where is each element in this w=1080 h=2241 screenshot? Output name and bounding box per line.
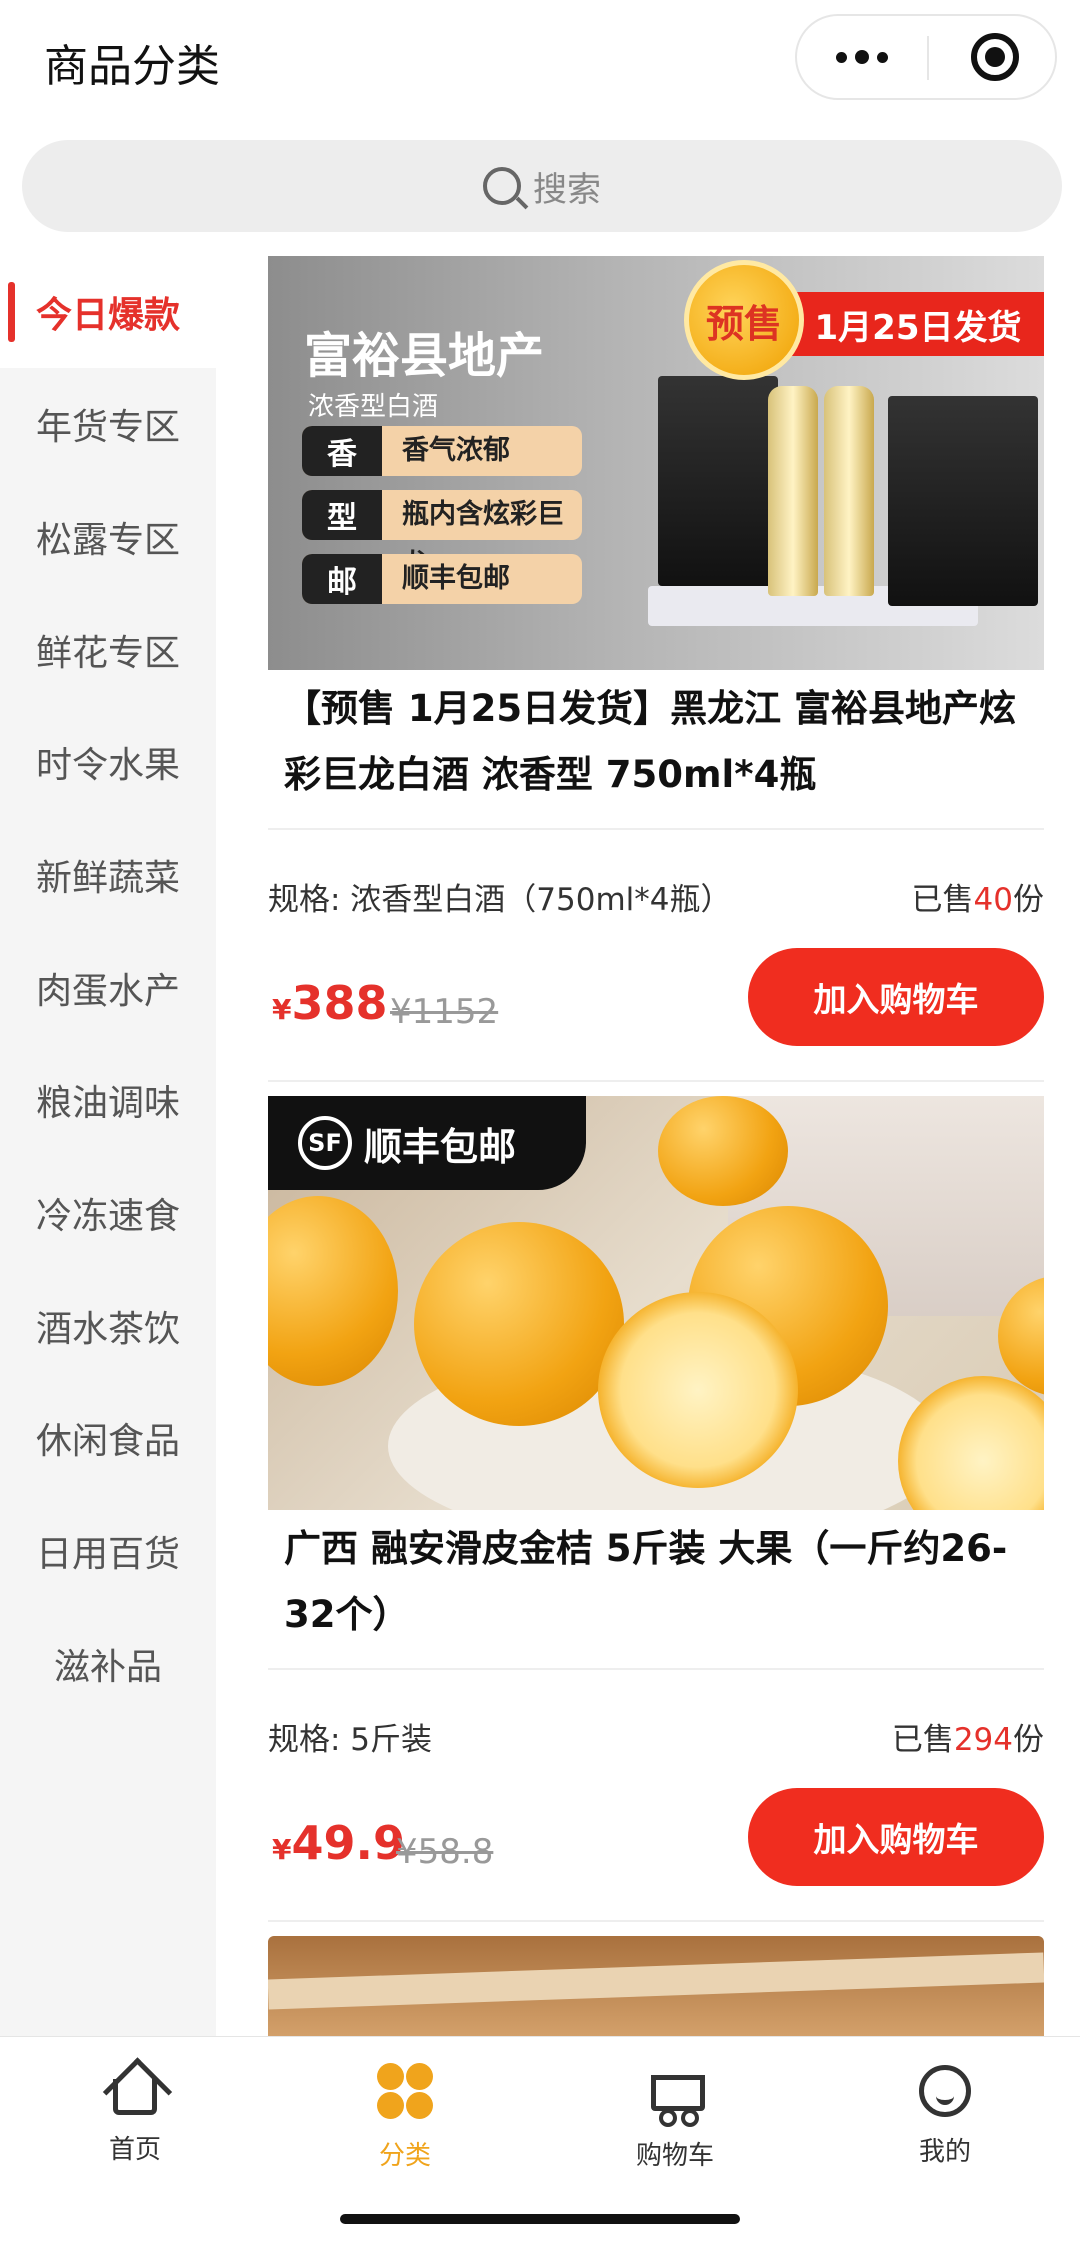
- more-dot-icon: [855, 50, 869, 64]
- feature-value: 香气浓郁: [402, 435, 510, 466]
- feature-value: 瓶内含炫彩巨龙: [402, 499, 564, 580]
- sold-count: 已售40份: [912, 874, 1044, 919]
- sold-number: 294: [953, 1722, 1013, 1758]
- kumquat-half: [598, 1292, 798, 1488]
- page-title: 商品分类: [44, 41, 220, 92]
- kumquat: [414, 1222, 624, 1426]
- more-dot-icon: [836, 51, 847, 63]
- kumquat: [268, 1196, 398, 1386]
- sidebar-item-today-hot[interactable]: 今日爆款: [0, 256, 216, 368]
- product-title[interactable]: 【预售 1月25日发货】黑龙江 富裕县地产炫彩巨龙白酒 浓香型 750ml*4瓶: [284, 676, 1044, 808]
- bottom-tab-bar: 首页 分类 购物车 我的: [0, 2036, 1080, 2196]
- sf-logo-icon: SF: [298, 1116, 352, 1170]
- category-sidebar: 今日爆款 年货专区 松露专区 鲜花专区 时令水果 新鲜蔬菜 肉蛋水产 粮油调味 …: [0, 256, 216, 2036]
- feature-value: 顺丰包邮: [402, 563, 510, 594]
- home-icon: [113, 2079, 157, 2115]
- original-price: ¥1152: [390, 992, 499, 1032]
- tab-category[interactable]: 分类: [330, 2061, 480, 2181]
- image-sub-text: 浓香型白酒: [308, 392, 439, 422]
- gift-box: [658, 376, 778, 586]
- sf-express-badge: SF 顺丰包邮: [268, 1096, 586, 1190]
- search-placeholder: 搜索: [533, 169, 601, 210]
- price-value: 49.9: [291, 1816, 405, 1870]
- divider: [268, 1668, 1044, 1670]
- product-title[interactable]: 广西 融安滑皮金桔 5斤装 大果（一斤约26-32个）: [284, 1516, 1044, 1648]
- ship-date-banner: 1月25日发货: [792, 292, 1044, 356]
- sold-suffix: 份: [1013, 1722, 1044, 1758]
- product-image[interactable]: [268, 1936, 1044, 2036]
- sidebar-item-tonic[interactable]: 滋补品: [0, 1608, 216, 1720]
- sidebar-item-drinks[interactable]: 酒水茶饮: [0, 1270, 216, 1382]
- price-value: 388: [291, 976, 388, 1030]
- mini-program-capsule: [795, 14, 1057, 100]
- product-spec: 规格: 5斤装: [268, 1722, 433, 1758]
- currency-symbol: ¥: [272, 993, 292, 1026]
- sidebar-item-new-year[interactable]: 年货专区: [0, 368, 216, 480]
- product-price: ¥49.9: [272, 1816, 405, 1870]
- image-feature-row: 香 香气浓郁: [302, 426, 582, 476]
- sold-prefix: 已售: [891, 1722, 954, 1758]
- feature-key: 型: [302, 490, 382, 540]
- tab-profile[interactable]: 我的: [870, 2061, 1020, 2181]
- currency-symbol: ¥: [272, 1833, 292, 1866]
- image-feature-row: 型 瓶内含炫彩巨龙: [302, 490, 582, 580]
- add-to-cart-button[interactable]: 加入购物车: [748, 1788, 1044, 1886]
- sidebar-item-fruit[interactable]: 时令水果: [0, 706, 216, 818]
- capsule-divider: [927, 36, 929, 80]
- divider: [268, 1920, 1044, 1922]
- sold-prefix: 已售: [911, 882, 974, 918]
- sidebar-item-snacks[interactable]: 休闲食品: [0, 1382, 216, 1494]
- close-target-icon[interactable]: [971, 33, 1019, 81]
- search-bar[interactable]: 搜索: [22, 140, 1062, 232]
- product-price: ¥388: [272, 976, 388, 1030]
- feature-key: 香: [302, 426, 382, 476]
- search-icon: [483, 167, 521, 205]
- sidebar-item-meat-seafood[interactable]: 肉蛋水产: [0, 932, 216, 1044]
- tab-label: 购物车: [635, 2141, 714, 2171]
- image-brand-text: 富裕县地产: [304, 328, 545, 384]
- feature-key: 邮: [302, 554, 382, 604]
- bottle: [824, 386, 874, 596]
- kumquat: [658, 1096, 788, 1206]
- divider: [268, 1080, 1044, 1082]
- cart-icon: [645, 2061, 705, 2127]
- home-indicator[interactable]: [340, 2214, 740, 2224]
- tab-cart[interactable]: 购物车: [600, 2061, 750, 2181]
- sold-number: 40: [973, 882, 1013, 918]
- gift-bag: [888, 396, 1038, 606]
- sold-count: 已售294份: [892, 1714, 1044, 1759]
- sidebar-item-flowers[interactable]: 鲜花专区: [0, 594, 216, 706]
- add-to-cart-button[interactable]: 加入购物车: [748, 948, 1044, 1046]
- profile-icon: [919, 2065, 971, 2117]
- divider: [268, 828, 1044, 830]
- nav-header: 商品分类: [0, 0, 1080, 120]
- more-dot-icon: [877, 51, 888, 63]
- presale-badge: 预售: [684, 260, 804, 380]
- bottle: [768, 386, 818, 596]
- sidebar-item-daily-goods[interactable]: 日用百货: [0, 1495, 216, 1607]
- product-image[interactable]: SF 顺丰包邮: [268, 1096, 1044, 1510]
- product-list: 富裕县地产 浓香型白酒 香 香气浓郁 型 瓶内含炫彩巨龙 邮 顺丰包邮 1月25…: [216, 256, 1080, 2036]
- sidebar-item-truffle[interactable]: 松露专区: [0, 481, 216, 593]
- kumquat-half: [898, 1376, 1044, 1510]
- sidebar-item-grain-oil[interactable]: 粮油调味: [0, 1044, 216, 1156]
- sold-suffix: 份: [1013, 882, 1044, 918]
- sf-label: 顺丰包邮: [364, 1124, 517, 1169]
- product-spec: 规格: 浓香型白酒（750ml*4瓶）: [268, 882, 732, 918]
- more-menu-button[interactable]: [797, 16, 927, 98]
- image-feature-row: 邮 顺丰包邮: [302, 554, 582, 604]
- category-icon: [375, 2061, 435, 2121]
- tab-label: 分类: [378, 2141, 431, 2171]
- product-image[interactable]: 富裕县地产 浓香型白酒 香 香气浓郁 型 瓶内含炫彩巨龙 邮 顺丰包邮 1月25…: [268, 256, 1044, 670]
- tab-home[interactable]: 首页: [60, 2061, 210, 2181]
- original-price: ¥58.8: [396, 1832, 494, 1872]
- tab-label: 我的: [918, 2137, 971, 2167]
- tab-label: 首页: [108, 2135, 161, 2165]
- sidebar-item-frozen[interactable]: 冷冻速食: [0, 1157, 216, 1269]
- sidebar-item-vegetables[interactable]: 新鲜蔬菜: [0, 819, 216, 931]
